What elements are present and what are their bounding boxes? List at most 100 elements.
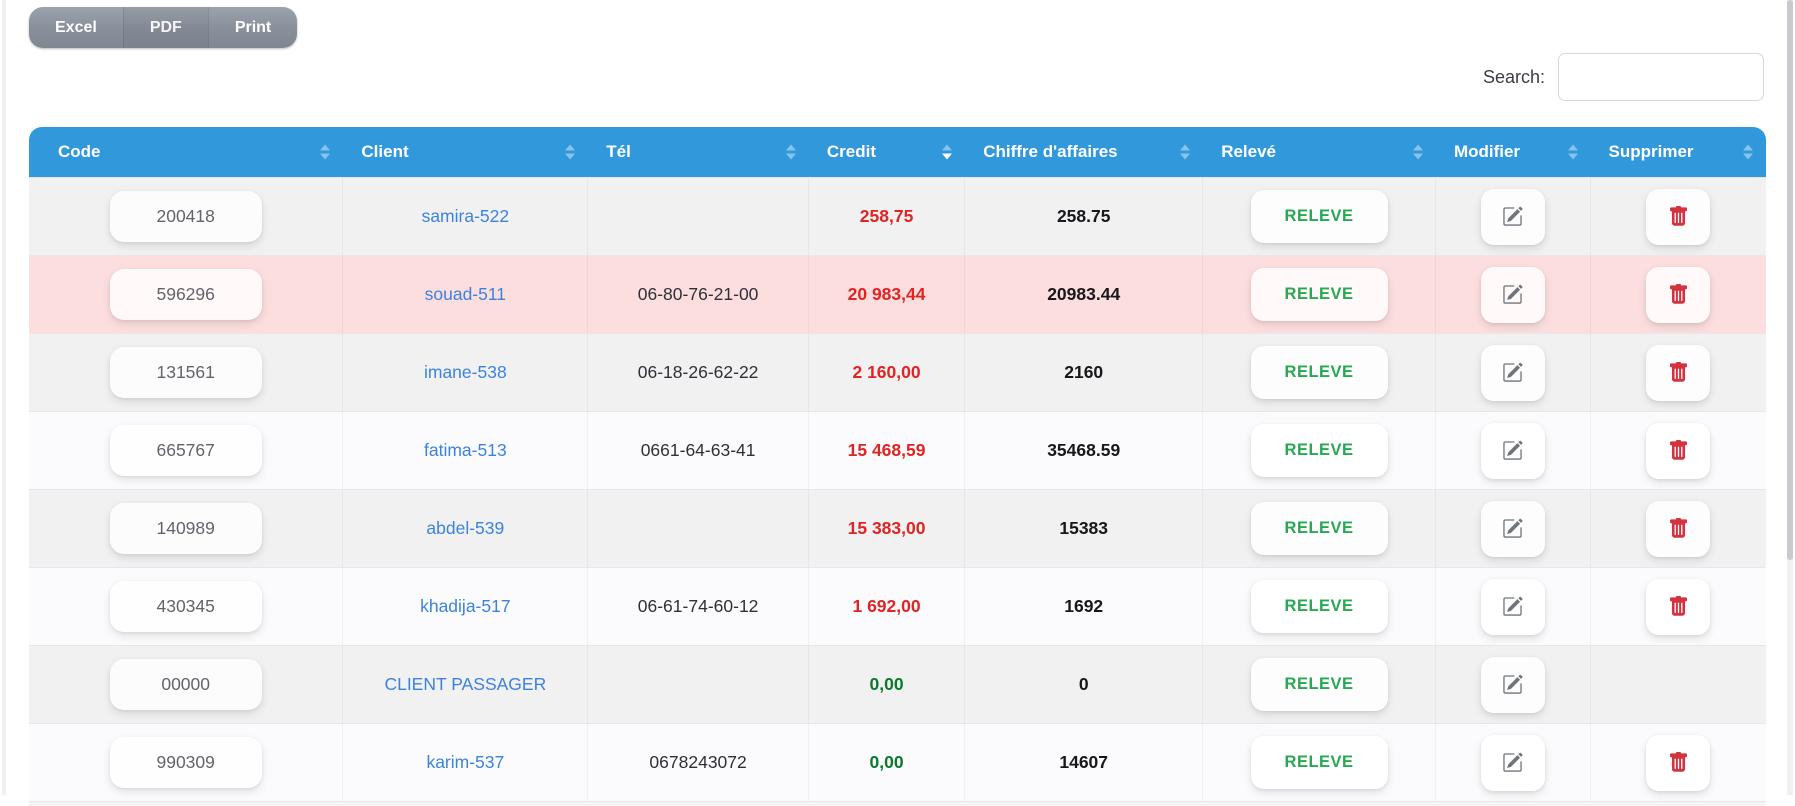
client-phone: 06-61-74-60-12 [588, 568, 809, 645]
chiffre-affaires-value: 20983.44 [1047, 284, 1121, 304]
edit-button[interactable] [1480, 266, 1545, 323]
delete-button[interactable] [1646, 578, 1711, 635]
client-name-link[interactable]: karim-537 [426, 752, 504, 773]
credit-value: 0,00 [869, 674, 904, 694]
client-phone: 06-80-76-21-00 [588, 256, 809, 333]
client-phone: 06-18-26-62-22 [588, 334, 809, 411]
credit-value: 15 383,00 [847, 518, 926, 538]
table-row: 140989 abdel-539 15 383,00 15383 RELEVE [29, 489, 1766, 567]
trash-icon [1668, 752, 1689, 773]
client-code-button[interactable]: 596296 [109, 269, 262, 320]
search-bar: Search: [1483, 53, 1764, 101]
credit-value: 258,75 [859, 206, 914, 226]
releve-button[interactable]: RELEVE [1250, 190, 1388, 243]
print-export-button[interactable]: Print [207, 7, 298, 48]
sort-arrows-icon [1412, 144, 1423, 160]
pencil-square-icon [1502, 440, 1523, 461]
client-name-link[interactable]: CLIENT PASSAGER [384, 674, 546, 695]
sort-arrows-icon [1742, 144, 1753, 160]
delete-button[interactable] [1646, 734, 1711, 791]
client-code-button[interactable]: 00000 [109, 659, 262, 710]
edit-button[interactable] [1480, 500, 1545, 557]
column-header-label: Chiffre d'affaires [983, 142, 1118, 161]
vertical-scrollbar[interactable] [1787, 0, 1793, 795]
credit-value: 15 468,59 [847, 440, 926, 460]
column-header-label: Modifier [1453, 142, 1521, 161]
search-input[interactable] [1558, 53, 1764, 101]
client-name-link[interactable]: fatima-513 [424, 440, 507, 461]
chiffre-affaires-value: 14607 [1059, 752, 1109, 772]
pencil-square-icon [1502, 752, 1523, 773]
column-header-label: Credit [826, 142, 877, 161]
pencil-square-icon [1502, 362, 1523, 383]
scrollbar-thumb[interactable] [1787, 0, 1793, 560]
table-row: 665767 fatima-513 0661-64-63-41 15 468,5… [29, 411, 1766, 489]
edit-button[interactable] [1480, 422, 1545, 479]
releve-button[interactable]: RELEVE [1250, 424, 1388, 477]
releve-button[interactable]: RELEVE [1250, 502, 1388, 555]
table-row: 990309 karim-537 0678243072 0,00 14607 R… [29, 723, 1766, 801]
client-code-button[interactable]: 140989 [109, 503, 262, 554]
table-row: 00000 CLIENT PASSAGER 0,00 0 RELEVE [29, 645, 1766, 723]
page-left-edge [2, 0, 6, 795]
table-row: 200418 samira-522 258,75 258.75 RELEVE [29, 177, 1766, 255]
pencil-square-icon [1502, 674, 1523, 695]
sort-arrows-icon [320, 144, 331, 160]
chiffre-affaires-value: 0 [1078, 674, 1089, 694]
client-code-button[interactable]: 430345 [109, 581, 262, 632]
edit-button[interactable] [1480, 656, 1545, 713]
column-header[interactable]: Tél [588, 127, 809, 177]
edit-button[interactable] [1480, 734, 1545, 791]
client-phone [588, 490, 809, 567]
column-header[interactable]: Client [343, 127, 588, 177]
releve-button[interactable]: RELEVE [1250, 346, 1388, 399]
client-code-button[interactable]: 131561 [109, 347, 262, 398]
column-header[interactable]: Relevé [1203, 127, 1436, 177]
excel-export-button[interactable]: Excel [29, 7, 123, 48]
pdf-export-button[interactable]: PDF [122, 7, 208, 48]
releve-button[interactable]: RELEVE [1250, 580, 1388, 633]
export-button-group: Excel PDF Print [29, 7, 298, 48]
client-phone: 0678243072 [588, 724, 809, 801]
column-header-label: Tél [606, 142, 631, 161]
client-phone: 0661-64-63-41 [588, 412, 809, 489]
client-phone [588, 178, 809, 255]
client-name-link[interactable]: abdel-539 [426, 518, 504, 539]
table-header: Code Client Tél Credit Chiffre d'affaire… [29, 127, 1766, 177]
column-header[interactable]: Chiffre d'affaires [965, 127, 1203, 177]
delete-button[interactable] [1646, 422, 1711, 479]
releve-button[interactable]: RELEVE [1250, 268, 1388, 321]
client-name-link[interactable]: imane-538 [424, 362, 507, 383]
client-name-link[interactable]: khadija-517 [420, 596, 510, 617]
column-header[interactable]: Credit [809, 127, 965, 177]
client-code-button[interactable]: 200418 [109, 191, 262, 242]
search-label: Search: [1482, 66, 1545, 87]
trash-icon [1668, 362, 1689, 383]
sort-arrows-icon [565, 144, 576, 160]
column-header-label: Relevé [1221, 142, 1277, 161]
sort-arrows-icon [1567, 144, 1578, 160]
client-code-button[interactable]: 990309 [109, 737, 262, 788]
trash-icon [1668, 596, 1689, 617]
delete-button[interactable] [1646, 188, 1711, 245]
column-header[interactable]: Code [29, 127, 343, 177]
delete-button[interactable] [1646, 266, 1711, 323]
trash-icon [1668, 284, 1689, 305]
column-header-label: Code [58, 142, 101, 161]
delete-button[interactable] [1646, 500, 1711, 557]
column-header[interactable]: Supprimer [1591, 127, 1766, 177]
sort-arrows-icon [785, 144, 796, 160]
edit-button[interactable] [1480, 188, 1545, 245]
edit-button[interactable] [1480, 344, 1545, 401]
column-header[interactable]: Modifier [1436, 127, 1591, 177]
table-body: 200418 samira-522 258,75 258.75 RELEVE 5… [29, 177, 1766, 801]
table-row: 596296 souad-511 06-80-76-21-00 20 983,4… [29, 255, 1766, 333]
delete-button[interactable] [1646, 344, 1711, 401]
releve-button[interactable]: RELEVE [1250, 658, 1388, 711]
credit-value: 0,00 [869, 752, 904, 772]
edit-button[interactable] [1480, 578, 1545, 635]
client-code-button[interactable]: 665767 [109, 425, 262, 476]
client-name-link[interactable]: souad-511 [425, 284, 506, 305]
client-name-link[interactable]: samira-522 [422, 206, 510, 227]
releve-button[interactable]: RELEVE [1250, 736, 1388, 789]
